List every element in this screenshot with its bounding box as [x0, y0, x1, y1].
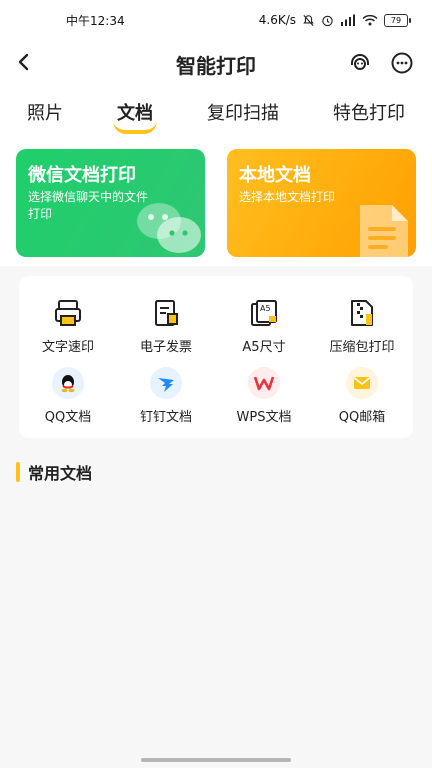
network-speed: 4.6K/s	[258, 13, 296, 27]
wechat-icon	[137, 203, 201, 253]
document-icon	[360, 205, 408, 257]
tab-document[interactable]: 文档	[109, 95, 161, 134]
tab-bar: 照片 文档 复印扫描 特色打印	[0, 86, 432, 138]
battery-icon: 79	[384, 13, 411, 27]
status-icons: 4.6K/s 79	[258, 13, 411, 27]
card-title: 本地文档	[239, 165, 311, 186]
zip-file-icon	[351, 300, 373, 326]
tool-text-print[interactable]: 文字速印	[19, 296, 117, 364]
alarm-icon	[322, 15, 333, 26]
headset-icon	[351, 54, 369, 70]
more-icon	[391, 52, 413, 74]
tool-zip-print[interactable]: 压缩包打印	[313, 296, 411, 364]
qq-icon	[52, 367, 84, 399]
source-cards: 微信文档打印 选择微信聊天中的文件打印 本地文档 选择本地文档打印	[0, 138, 432, 266]
wifi-icon	[362, 14, 378, 26]
svg-text:A5: A5	[260, 304, 271, 313]
tab-active-indicator	[113, 121, 157, 134]
tool-wps-doc[interactable]: WPS文档	[215, 366, 313, 434]
printer-icon	[55, 300, 81, 326]
mail-icon	[346, 367, 378, 399]
tool-dingtalk-doc[interactable]: 钉钉文档	[117, 366, 215, 434]
more-button[interactable]	[388, 49, 416, 77]
section-header: 常用文档	[16, 460, 92, 484]
signal-icon	[341, 14, 355, 26]
status-bar: 中午12:34 4.6K/s 79	[0, 0, 432, 40]
dingtalk-icon	[150, 367, 182, 399]
wechat-document-card[interactable]: 微信文档打印 选择微信聊天中的文件打印	[16, 149, 205, 257]
tool-grid: 文字速印 电子发票 A5 A5尺寸 压缩包打印 QQ文档 钉钉文档 WPS文档 …	[19, 276, 413, 438]
tab-special-print[interactable]: 特色打印	[325, 95, 413, 129]
tool-e-invoice[interactable]: 电子发票	[117, 296, 215, 364]
card-subtitle: 选择本地文档打印	[239, 190, 336, 204]
status-time: 中午12:34	[66, 13, 125, 28]
local-document-card[interactable]: 本地文档 选择本地文档打印	[227, 149, 416, 257]
section-accent-bar	[16, 462, 20, 482]
tab-photo[interactable]: 照片	[19, 95, 71, 129]
card-title: 微信文档打印	[28, 165, 136, 186]
section-title: 常用文档	[28, 464, 93, 483]
a5-size-icon: A5	[251, 300, 277, 326]
tab-copy-scan[interactable]: 复印扫描	[199, 95, 287, 129]
invoice-icon	[155, 300, 178, 326]
tool-qq-mail[interactable]: QQ邮箱	[313, 366, 411, 434]
home-indicator[interactable]	[141, 758, 291, 762]
mute-icon	[303, 14, 314, 26]
customer-service-button[interactable]	[346, 49, 374, 77]
tool-a5-size[interactable]: A5 A5尺寸	[215, 296, 313, 364]
nav-bar: 智能打印	[0, 40, 432, 86]
wps-icon	[248, 367, 280, 399]
tool-qq-doc[interactable]: QQ文档	[19, 366, 117, 434]
